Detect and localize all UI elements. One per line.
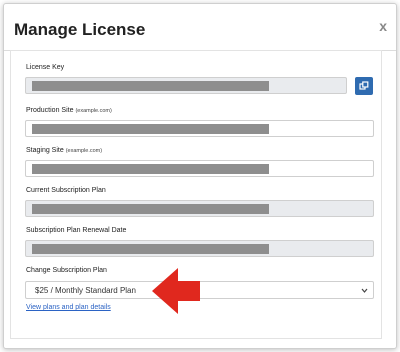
staging-site-input[interactable]: [25, 160, 374, 177]
staging-site-label-text: Staging Site: [26, 147, 64, 154]
renewal-date-label: Subscription Plan Renewal Date: [26, 227, 127, 234]
redacted-value: [32, 124, 269, 134]
staging-site-label: Staging Site (example.com): [26, 147, 102, 154]
redacted-value: [32, 81, 269, 91]
chevron-down-icon: [361, 288, 368, 293]
production-site-label-text: Production Site: [26, 107, 74, 114]
current-plan-field: [25, 200, 374, 217]
current-plan-label: Current Subscription Plan: [26, 187, 106, 194]
license-key-label: License Key: [26, 64, 65, 71]
view-plans-link[interactable]: View plans and plan details: [26, 304, 111, 311]
renewal-date-field: [25, 240, 374, 257]
redacted-value: [32, 244, 269, 254]
production-site-label: Production Site (example.com): [26, 107, 112, 114]
staging-site-hint: (example.com): [65, 148, 103, 154]
redacted-value: [32, 164, 269, 174]
copy-icon: [359, 81, 369, 90]
modal-title: Manage License: [14, 20, 146, 39]
redacted-value: [32, 204, 269, 214]
change-plan-label: Change Subscription Plan: [26, 267, 107, 274]
license-key-field: [25, 77, 347, 94]
arrow-left-icon: [152, 268, 200, 314]
change-plan-selected-value: $25 / Monthly Standard Plan: [35, 286, 136, 295]
copy-button[interactable]: [355, 77, 373, 95]
close-icon[interactable]: x: [379, 19, 387, 33]
production-site-hint: (example.com): [75, 108, 112, 114]
production-site-input[interactable]: [25, 120, 374, 137]
